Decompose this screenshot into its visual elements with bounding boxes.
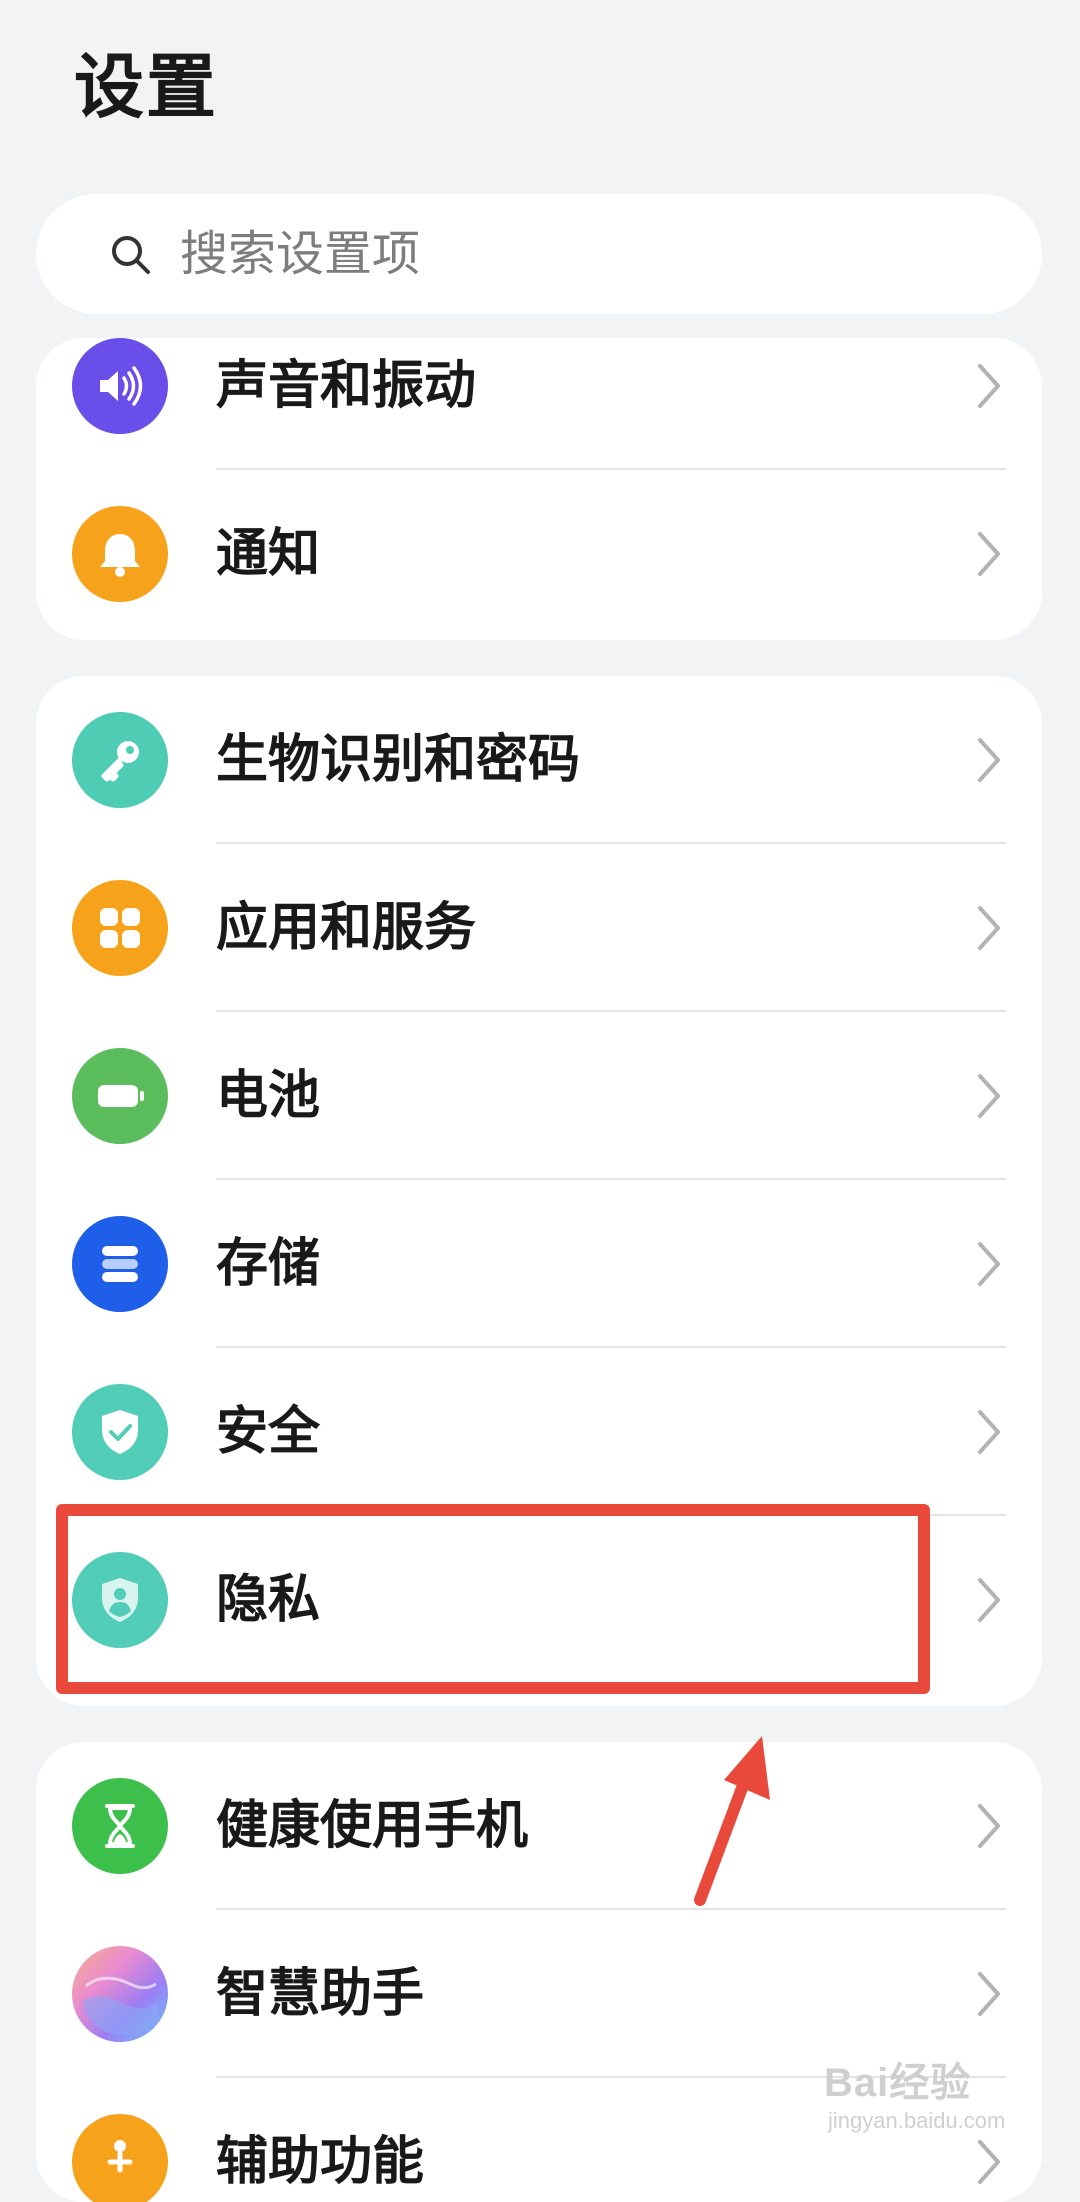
chevron-right-icon: [978, 906, 1000, 950]
settings-group-1: 声音和振动 通知: [36, 338, 1042, 640]
settings-item-label: 通知: [216, 524, 321, 584]
chevron-right-icon: [978, 1804, 1000, 1848]
highlight-box: [56, 1504, 930, 1694]
settings-item-security[interactable]: 安全: [36, 1348, 1042, 1516]
search-input[interactable]: [180, 219, 1000, 289]
page-title: 设置: [74, 46, 218, 128]
key-icon: [72, 712, 168, 808]
battery-icon: [72, 1048, 168, 1144]
watermark-logo: Bai经验 jingyan.baidu.com: [824, 2050, 1064, 2160]
settings-item-label: 辅助功能: [216, 2132, 425, 2192]
shield-check-icon: [72, 1384, 168, 1480]
chevron-right-icon: [978, 364, 1000, 408]
chevron-right-icon: [978, 1410, 1000, 1454]
chevron-right-icon: [978, 532, 1000, 576]
speaker-icon: [72, 338, 168, 434]
watermark-site: jingyan.baidu.com: [828, 2108, 1006, 2133]
settings-item-battery[interactable]: 电池: [36, 1012, 1042, 1180]
settings-item-apps-services[interactable]: 应用和服务: [36, 844, 1042, 1012]
storage-icon: [72, 1216, 168, 1312]
settings-item-sound-vibration[interactable]: 声音和振动: [36, 338, 1042, 470]
settings-item-biometrics-password[interactable]: 生物识别和密码: [36, 676, 1042, 844]
settings-item-label: 存储: [216, 1234, 321, 1294]
settings-item-digital-balance[interactable]: 健康使用手机: [36, 1742, 1042, 1910]
chevron-right-icon: [978, 1972, 1000, 2016]
chevron-right-icon: [978, 1578, 1000, 1622]
settings-item-label: 生物识别和密码: [216, 730, 581, 790]
arrow-icon: [694, 1736, 770, 1906]
settings-item-label: 电池: [216, 1066, 321, 1126]
hourglass-icon: [72, 1778, 168, 1874]
settings-item-label: 安全: [216, 1402, 321, 1462]
settings-item-label: 健康使用手机: [216, 1796, 529, 1856]
chevron-right-icon: [978, 1242, 1000, 1286]
apps-grid-icon: [72, 880, 168, 976]
settings-item-notifications[interactable]: 通知: [36, 470, 1042, 638]
search-bar[interactable]: [36, 194, 1042, 314]
chevron-right-icon: [978, 738, 1000, 782]
assistant-orb-icon: [72, 1946, 168, 2042]
settings-item-label: 应用和服务: [216, 898, 477, 958]
settings-item-label: 智慧助手: [216, 1964, 425, 2024]
settings-item-label: 声音和振动: [216, 356, 477, 416]
settings-item-storage[interactable]: 存储: [36, 1180, 1042, 1348]
bell-icon: [72, 506, 168, 602]
chevron-right-icon: [978, 1074, 1000, 1118]
accessibility-icon: [72, 2114, 168, 2202]
watermark-brand: Bai经验: [824, 2061, 972, 2105]
search-icon: [112, 236, 150, 274]
